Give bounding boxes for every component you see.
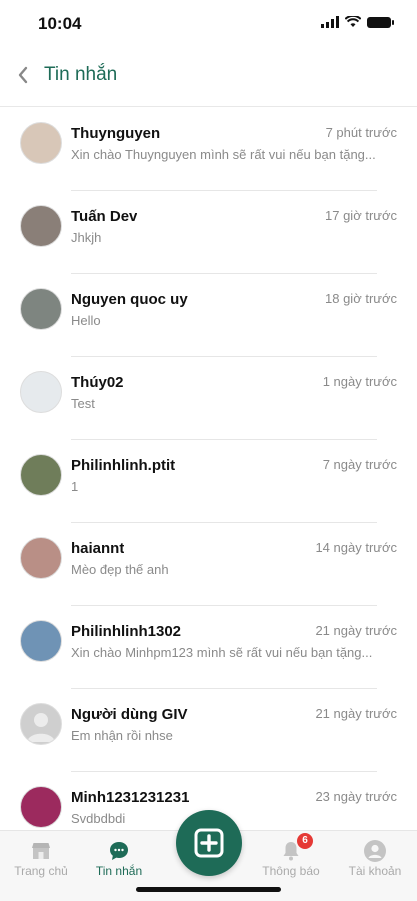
conversation-preview: Xin chào Thuynguyen mình sẽ rất vui nếu … xyxy=(71,147,376,162)
conversation-preview: Em nhận rồi nhse xyxy=(71,728,173,743)
conversation-time: 17 giờ trước xyxy=(325,208,397,223)
plus-icon xyxy=(194,828,224,858)
status-time: 10:04 xyxy=(38,14,82,33)
battery-icon xyxy=(367,16,394,28)
conversation-name: Người dùng GIV xyxy=(71,706,188,723)
conversation-item[interactable]: Tuấn Dev 17 giờ trước Jhkjh xyxy=(0,191,417,274)
conversation-list: Thuynguyen 7 phút trước Xin chào Thuyngu… xyxy=(0,108,417,830)
nav-home[interactable]: Trang chủ xyxy=(1,831,81,886)
avatar xyxy=(20,205,62,247)
conversation-item[interactable]: haiannt 14 ngày trước Mèo đẹp thế anh xyxy=(0,523,417,606)
conversation-time: 7 phút trước xyxy=(325,125,397,140)
home-indicator xyxy=(136,887,281,892)
header: Tin nhắn xyxy=(0,46,417,107)
conversation-item[interactable]: Thuynguyen 7 phút trước Xin chào Thuyngu… xyxy=(0,108,417,191)
conversation-item[interactable]: Người dùng GIV 21 ngày trước Em nhận rồi… xyxy=(0,689,417,772)
conversation-time: 21 ngày trước xyxy=(315,706,397,721)
conversation-item[interactable]: Nguyen quoc uy 18 giờ trước Hello xyxy=(0,274,417,357)
conversation-item[interactable]: Thúy02 1 ngày trước Test xyxy=(0,357,417,440)
page-title: Tin nhắn xyxy=(44,64,118,85)
create-button[interactable] xyxy=(176,810,242,876)
nav-messages-label: Tin nhắn xyxy=(95,864,143,878)
user-icon xyxy=(364,840,386,862)
store-icon xyxy=(32,843,50,859)
nav-account[interactable]: Tài khoản xyxy=(335,831,415,886)
conversation-time: 14 ngày trước xyxy=(315,540,397,555)
status-bar: 10:04 xyxy=(0,0,417,46)
avatar xyxy=(20,288,62,330)
avatar xyxy=(20,703,62,745)
avatar xyxy=(20,122,62,164)
conversation-name: Minh1231231231 xyxy=(71,789,190,806)
notification-badge: 6 xyxy=(297,833,313,849)
nav-notifications-label: Thông báo xyxy=(262,864,320,878)
back-button[interactable] xyxy=(10,60,36,90)
nav-home-label: Trang chủ xyxy=(14,864,68,878)
conversation-preview: Xin chào Minhpm123 mình sẽ rất vui nếu b… xyxy=(71,645,373,660)
conversation-name: Thúy02 xyxy=(71,374,124,391)
status-icons xyxy=(321,16,394,28)
conversation-name: haiannt xyxy=(71,540,125,557)
conversation-item[interactable]: Philinhlinh1302 21 ngày trước Xin chào M… xyxy=(0,606,417,689)
avatar xyxy=(20,786,62,828)
nav-account-label: Tài khoản xyxy=(348,864,402,878)
conversation-name: Tuấn Dev xyxy=(71,208,138,225)
avatar xyxy=(20,620,62,662)
default-user-icon xyxy=(27,713,55,742)
conversation-name: Philinhlinh1302 xyxy=(71,623,182,640)
conversation-preview: Test xyxy=(71,396,95,411)
conversation-item[interactable]: Philinhlinh.ptit 7 ngày trước 1 xyxy=(0,440,417,523)
nav-notifications[interactable]: 6 Thông báo xyxy=(251,831,331,886)
conversation-preview: Jhkjh xyxy=(71,230,102,245)
conversation-preview: 1 xyxy=(71,479,79,494)
nav-messages[interactable]: Tin nhắn xyxy=(79,831,159,886)
conversation-preview: Hello xyxy=(71,313,101,328)
avatar xyxy=(20,537,62,579)
chevron-left-icon xyxy=(18,66,28,84)
avatar xyxy=(20,371,62,413)
avatar xyxy=(20,454,62,496)
conversation-time: 7 ngày trước xyxy=(322,457,397,472)
conversation-time: 1 ngày trước xyxy=(322,374,397,389)
conversation-time: 21 ngày trước xyxy=(315,623,397,638)
signal-icon xyxy=(321,16,339,28)
wifi-icon xyxy=(345,16,361,27)
conversation-name: Philinhlinh.ptit xyxy=(71,457,176,474)
conversation-time: 18 giờ trước xyxy=(325,291,397,306)
conversation-name: Nguyen quoc uy xyxy=(71,291,188,308)
chat-icon xyxy=(110,842,128,860)
conversation-name: Thuynguyen xyxy=(71,125,161,142)
conversation-time: 23 ngày trước xyxy=(315,789,397,804)
conversation-preview: Mèo đẹp thế anh xyxy=(71,562,169,577)
